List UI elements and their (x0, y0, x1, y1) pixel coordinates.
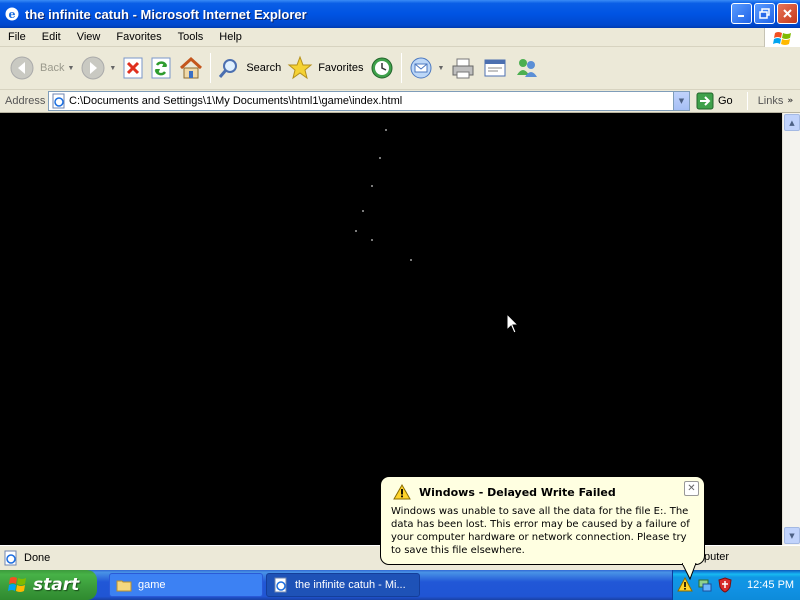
balloon-tail (682, 563, 697, 581)
taskbar-item-label: the infinite catuh - Mi... (295, 579, 406, 591)
messenger-button[interactable] (511, 50, 543, 86)
restore-icon (759, 8, 770, 19)
minimize-icon (738, 15, 744, 17)
search-label: Search (246, 62, 282, 74)
start-label: start (33, 575, 80, 595)
home-icon (180, 56, 203, 79)
go-button[interactable]: Go (696, 92, 733, 110)
address-label: Address (5, 95, 46, 107)
star-dot (371, 239, 373, 241)
go-arrow-icon (696, 92, 714, 110)
windows-flag-icon (8, 577, 26, 592)
ie-logo-icon (274, 577, 287, 593)
restore-button[interactable] (754, 3, 775, 24)
address-input[interactable] (69, 95, 669, 107)
search-button[interactable]: Search (214, 50, 284, 86)
folder-icon (116, 580, 132, 592)
standard-toolbar: Back ▼ ▼ Search Favorites ▼ (0, 47, 800, 90)
status-zone: puter (704, 551, 730, 563)
address-field[interactable]: ▼ (48, 91, 690, 111)
star-dot (385, 129, 387, 131)
printer-icon (452, 58, 474, 79)
chevron-down-icon: ▼ (789, 531, 795, 540)
menu-tools[interactable]: Tools (170, 31, 212, 43)
chevron-down-icon[interactable]: ▼ (67, 65, 74, 72)
star-dot (371, 185, 373, 187)
status-text: Done (24, 552, 51, 564)
toolbar-separator (210, 53, 212, 83)
window-title: the infinite catuh - Microsoft Internet … (25, 6, 307, 22)
toolbar-separator (401, 53, 403, 83)
warning-icon (393, 484, 411, 500)
taskbar-item-ie[interactable]: the infinite catuh - Mi... (266, 573, 420, 597)
taskbar-item-label: game (138, 579, 166, 591)
history-button[interactable] (366, 50, 398, 86)
favorites-button[interactable]: Favorites (284, 50, 366, 86)
window-titlebar[interactable]: e the infinite catuh - Microsoft Interne… (0, 0, 800, 28)
edit-button[interactable] (479, 50, 511, 86)
close-button[interactable] (777, 3, 798, 24)
mail-icon (410, 57, 432, 79)
windows-flag-icon (764, 28, 800, 47)
print-button[interactable] (447, 50, 479, 86)
ie-page-icon (52, 93, 65, 109)
search-icon (219, 59, 238, 78)
favorites-label: Favorites (318, 62, 364, 74)
chevron-down-icon[interactable]: ▼ (109, 65, 116, 72)
forward-button[interactable]: ▼ (77, 50, 119, 86)
menu-file[interactable]: File (0, 31, 34, 43)
menu-view[interactable]: View (69, 31, 109, 43)
scroll-down-button[interactable]: ▼ (784, 527, 800, 544)
taskbar: start game the infinite catuh - Mi... 12… (0, 570, 800, 600)
forward-arrow-icon (81, 56, 105, 80)
close-icon: ✕ (687, 483, 696, 494)
menu-bar: File Edit View Favorites Tools Help (0, 28, 800, 47)
menu-help[interactable]: Help (211, 31, 250, 43)
back-button[interactable]: Back ▼ (6, 50, 77, 86)
chevron-right-icon[interactable]: » (787, 96, 793, 106)
chevron-down-icon[interactable]: ▼ (437, 65, 444, 72)
refresh-button[interactable] (147, 50, 175, 86)
messenger-icon (517, 59, 538, 77)
security-shield-icon[interactable] (717, 577, 733, 593)
refresh-icon (151, 57, 171, 79)
star-dot (355, 230, 357, 232)
delayed-write-failed-balloon[interactable]: Windows - Delayed Write Failed ✕ Windows… (380, 476, 705, 565)
vertical-scrollbar[interactable]: ▲ ▼ (782, 113, 800, 545)
chevron-down-icon: ▼ (678, 97, 685, 105)
balloon-title: Windows - Delayed Write Failed (419, 485, 616, 499)
address-bar: Address ▼ Go Links » (0, 90, 800, 113)
star-dot (379, 157, 381, 159)
links-button[interactable]: Links (758, 95, 784, 107)
star-dot (362, 210, 364, 212)
go-label: Go (718, 95, 733, 107)
close-icon (783, 9, 792, 18)
mouse-cursor-icon (506, 313, 520, 334)
address-dropdown-button[interactable]: ▼ (673, 92, 689, 110)
history-icon (371, 57, 393, 79)
star-dot (410, 259, 412, 261)
back-label: Back (40, 62, 65, 74)
scroll-up-button[interactable]: ▲ (784, 114, 800, 131)
menu-favorites[interactable]: Favorites (108, 31, 169, 43)
edit-page-icon (484, 59, 506, 77)
star-icon (287, 55, 313, 80)
balloon-close-button[interactable]: ✕ (684, 481, 699, 496)
system-clock[interactable]: 12:45 PM (747, 579, 794, 591)
ie-page-icon (4, 550, 17, 566)
ie-logo-icon: e (5, 7, 19, 21)
stop-button[interactable] (119, 50, 147, 86)
home-button[interactable] (175, 50, 207, 86)
svg-text:e: e (9, 8, 16, 21)
stop-icon (123, 57, 143, 79)
chevron-up-icon: ▲ (789, 118, 795, 127)
back-arrow-icon (10, 56, 34, 80)
start-button[interactable]: start (0, 570, 97, 600)
taskbar-item-game[interactable]: game (109, 573, 263, 597)
minimize-button[interactable] (731, 3, 752, 24)
balloon-message: Windows was unable to save all the data … (391, 506, 690, 556)
mail-button[interactable]: ▼ (405, 50, 447, 86)
links-separator (746, 92, 748, 110)
menu-edit[interactable]: Edit (34, 31, 69, 43)
